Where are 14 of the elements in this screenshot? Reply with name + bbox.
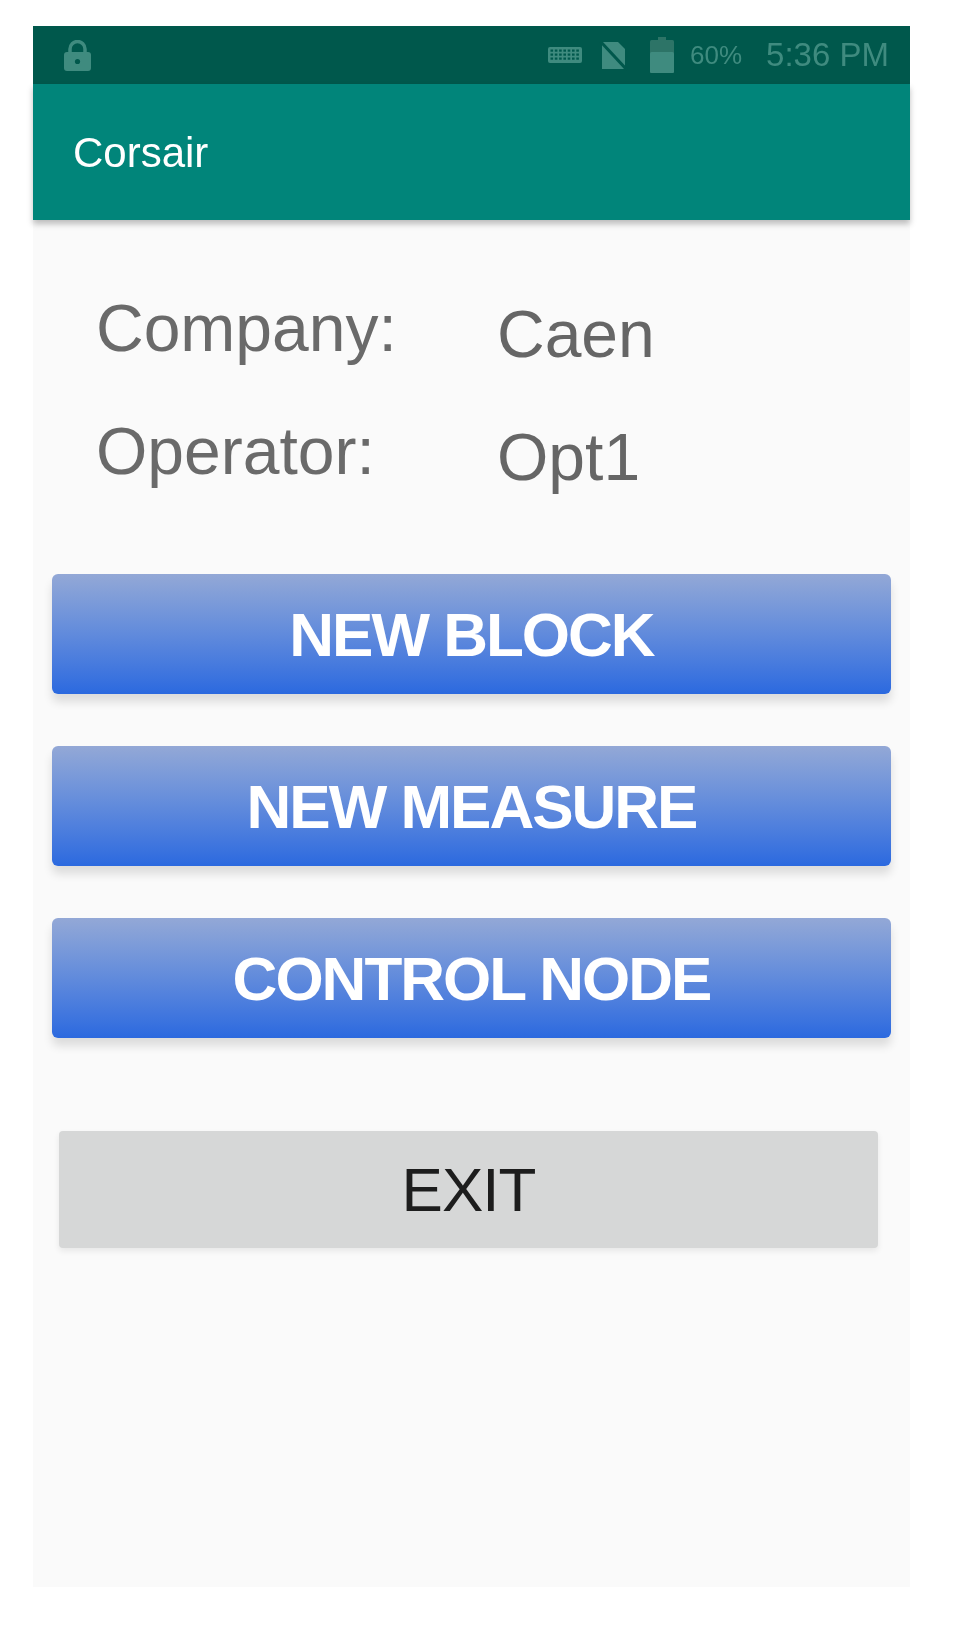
action-button[interactable]: NEW MEASURE [52,746,891,866]
app-title: Corsair [73,127,209,178]
info-value: Opt1 [497,419,641,496]
exit-button[interactable]: EXIT [59,1131,878,1248]
info-label: Company: [96,290,398,367]
status-time: 5:36 PM [766,35,889,76]
lock-icon [63,39,92,71]
info-value: Caen [497,296,655,373]
info-label: Operator: [96,413,376,490]
battery-icon [650,37,675,73]
action-button[interactable]: CONTROL NODE [52,918,891,1038]
action-button[interactable]: NEW BLOCK [52,574,891,694]
keyboard-icon [548,47,583,63]
battery-percentage: 60% [690,38,743,72]
